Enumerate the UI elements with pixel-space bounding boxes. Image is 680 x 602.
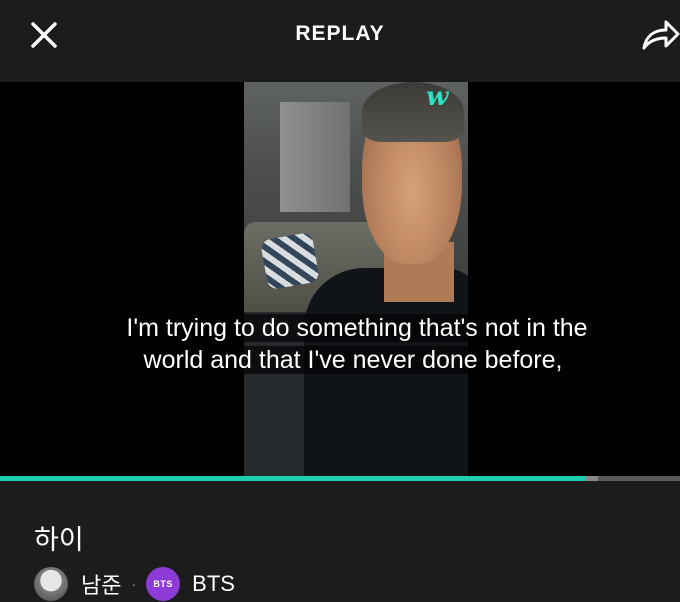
progress-played bbox=[0, 476, 585, 481]
creator-avatar[interactable] bbox=[34, 567, 68, 601]
channel-badge[interactable]: BTS bbox=[146, 567, 181, 601]
top-bar: REPLAY bbox=[0, 0, 680, 82]
subtitle-caption: I'm trying to do something that's not in… bbox=[120, 312, 590, 376]
creator-name[interactable]: 남준 bbox=[81, 568, 121, 600]
page-title: REPLAY bbox=[295, 22, 385, 45]
share-button[interactable] bbox=[640, 14, 680, 54]
video-player[interactable]: w I'm trying to do something that's not … bbox=[0, 82, 680, 476]
weverse-logo: w bbox=[426, 82, 449, 112]
video-meta: 남준 · BTS BTS bbox=[34, 566, 235, 602]
video-pillow bbox=[260, 231, 320, 291]
separator-dot: · bbox=[131, 576, 137, 592]
video-cabinet bbox=[280, 102, 350, 212]
subtitle-text: I'm trying to do something that's not in… bbox=[122, 314, 588, 374]
video-frame[interactable] bbox=[244, 82, 468, 476]
channel-name[interactable]: BTS bbox=[192, 571, 235, 597]
share-icon bbox=[642, 20, 680, 50]
video-title: 하이 bbox=[34, 525, 84, 555]
progress-bar[interactable] bbox=[0, 476, 680, 481]
